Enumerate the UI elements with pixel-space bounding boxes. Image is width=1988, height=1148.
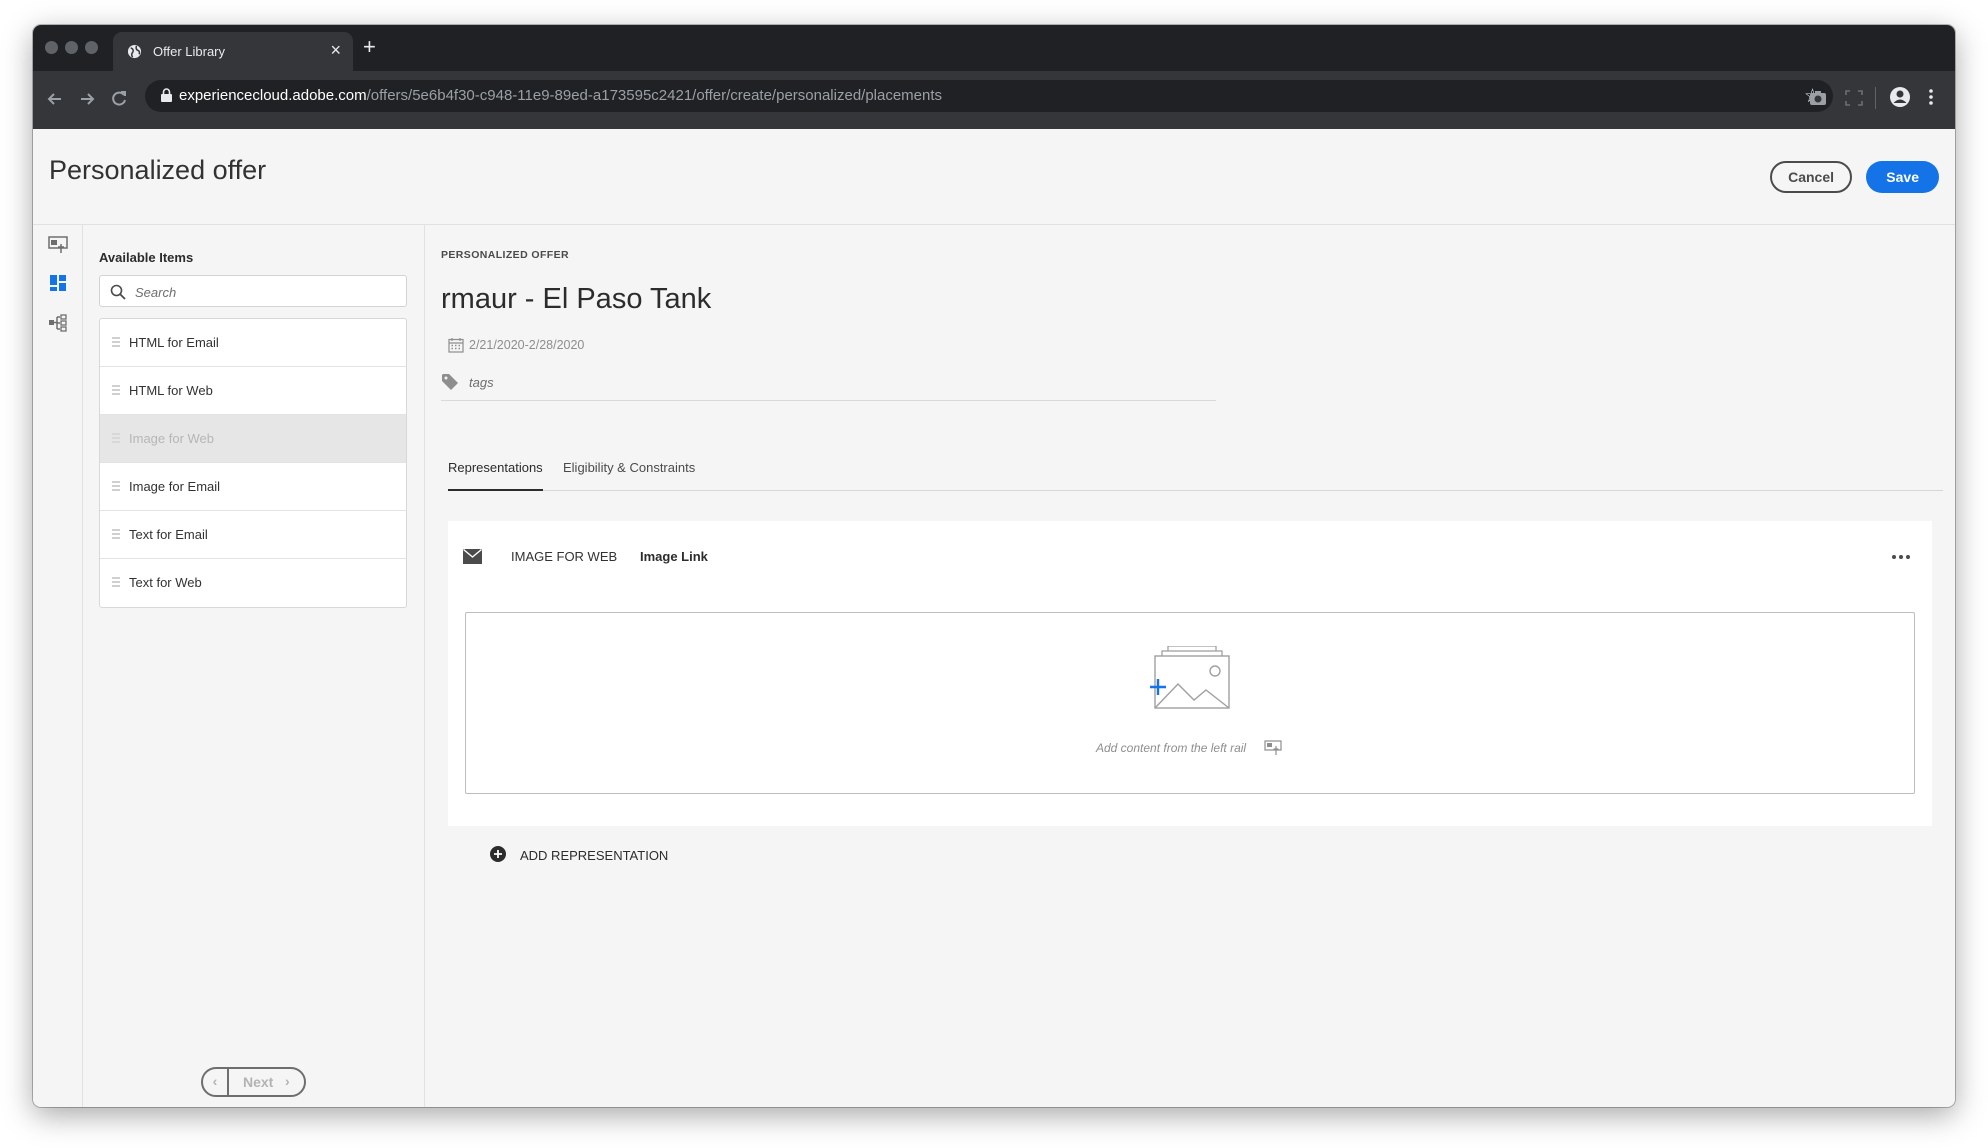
url-path: /offers/5e6b4f30-c948-11e9-89ed-a173595c…: [366, 87, 943, 104]
browser-tab[interactable]: Offer Library ×: [113, 32, 353, 71]
reload-icon[interactable]: [109, 89, 129, 109]
add-representation-label: ADD REPRESENTATION: [520, 848, 669, 863]
calendar-icon: [448, 338, 464, 353]
tags-placeholder: tags: [469, 375, 494, 390]
content-dropzone[interactable]: Add content from the left rail: [465, 612, 1915, 794]
tags-field[interactable]: tags: [441, 373, 1216, 401]
close-window-dot[interactable]: [45, 41, 58, 54]
forward-arrow-icon[interactable]: [77, 89, 97, 109]
date-range-text: 2/21/2020-2/28/2020: [469, 338, 585, 352]
back-arrow-icon[interactable]: [45, 89, 65, 109]
offer-editor: PERSONALIZED OFFER rmaur - El Paso Tank …: [426, 225, 1955, 1107]
available-items-title: Available Items: [99, 250, 194, 265]
list-item-label: HTML for Email: [129, 335, 219, 350]
available-items-panel: Available Items HTML for Email HTML for …: [83, 225, 425, 1107]
add-circle-icon: [490, 846, 506, 862]
globe-icon: [127, 44, 142, 59]
mail-icon: [463, 549, 482, 564]
tag-icon: [442, 374, 458, 390]
offer-tabs: Representations Eligibility & Constraint…: [448, 457, 1943, 491]
search-icon: [110, 284, 126, 300]
tab-eligibility-constraints[interactable]: Eligibility & Constraints: [563, 460, 695, 491]
drag-handle-icon[interactable]: [112, 336, 120, 348]
list-item-label: Text for Web: [129, 575, 202, 590]
next-page-button[interactable]: Next: [243, 1074, 273, 1090]
drag-handle-icon: [112, 433, 120, 443]
list-item-label: Image for Web: [129, 431, 215, 446]
camera-icon[interactable]: [1809, 90, 1827, 106]
cancel-button[interactable]: Cancel: [1770, 161, 1852, 193]
offer-type-eyebrow: PERSONALIZED OFFER: [441, 249, 569, 261]
list-item: Image for Web: [100, 415, 406, 463]
lock-icon: [161, 88, 172, 102]
previous-page-button[interactable]: ‹: [203, 1069, 229, 1095]
screen-capture-icon[interactable]: [1845, 90, 1863, 106]
drag-handle-icon[interactable]: [112, 480, 120, 492]
close-tab-icon[interactable]: ×: [330, 41, 341, 59]
available-items-list: HTML for Email HTML for Web Image for We…: [99, 318, 407, 608]
drag-handle-icon[interactable]: [112, 384, 120, 396]
hierarchy-icon[interactable]: [48, 313, 68, 333]
chevron-right-icon: ›: [285, 1073, 290, 1089]
browser-tab-bar: Offer Library × +: [33, 25, 1955, 71]
list-item-label: Text for Email: [129, 527, 208, 542]
list-item[interactable]: Text for Web: [100, 559, 406, 607]
list-item-label: Image for Email: [129, 479, 221, 494]
pagination: ‹ Next ›: [201, 1067, 306, 1097]
tab-representations[interactable]: Representations: [448, 460, 543, 491]
placements-icon[interactable]: [48, 235, 68, 255]
representation-channel[interactable]: IMAGE FOR WEB: [511, 549, 617, 564]
minimize-window-dot[interactable]: [65, 41, 78, 54]
browser-window: Offer Library × + experiencecloud.adobe.…: [33, 25, 1955, 1107]
browser-toolbar: experiencecloud.adobe.com/offers/5e6b4f3…: [33, 71, 1955, 129]
search-input[interactable]: [135, 282, 395, 302]
left-rail: [33, 225, 83, 1107]
url-text: experiencecloud.adobe.com/offers/5e6b4f3…: [179, 87, 942, 104]
placements-icon: [1264, 740, 1282, 755]
offer-name: rmaur - El Paso Tank: [441, 283, 712, 315]
list-item[interactable]: Text for Email: [100, 511, 406, 559]
toolbar-divider: [1875, 87, 1876, 109]
drag-handle-icon[interactable]: [112, 576, 120, 588]
save-button[interactable]: Save: [1866, 161, 1939, 193]
add-image-placeholder-icon: [1150, 646, 1230, 709]
dropzone-hint: Add content from the left rail: [1096, 741, 1247, 755]
list-item[interactable]: Image for Email: [100, 463, 406, 511]
search-box[interactable]: [99, 275, 407, 307]
list-item[interactable]: HTML for Web: [100, 367, 406, 415]
list-item[interactable]: HTML for Email: [100, 319, 406, 367]
drag-handle-icon[interactable]: [112, 528, 120, 540]
new-tab-icon[interactable]: +: [363, 36, 376, 58]
zoom-window-dot[interactable]: [85, 41, 98, 54]
more-actions-icon[interactable]: [1892, 555, 1910, 559]
kebab-menu-icon[interactable]: [1928, 88, 1934, 106]
url-host: experiencecloud.adobe.com: [179, 87, 367, 104]
list-item-label: HTML for Web: [129, 383, 213, 398]
representation-card: IMAGE FOR WEB Image Link Add content fro…: [448, 521, 1932, 826]
tab-title: Offer Library: [153, 44, 226, 59]
representation-content-type[interactable]: Image Link: [640, 549, 708, 564]
page-title: Personalized offer: [49, 155, 267, 185]
components-icon[interactable]: [48, 273, 68, 293]
app-header: Personalized offer Cancel Save: [33, 129, 1955, 225]
profile-avatar-icon[interactable]: [1889, 86, 1911, 108]
address-bar[interactable]: experiencecloud.adobe.com/offers/5e6b4f3…: [145, 80, 1833, 112]
